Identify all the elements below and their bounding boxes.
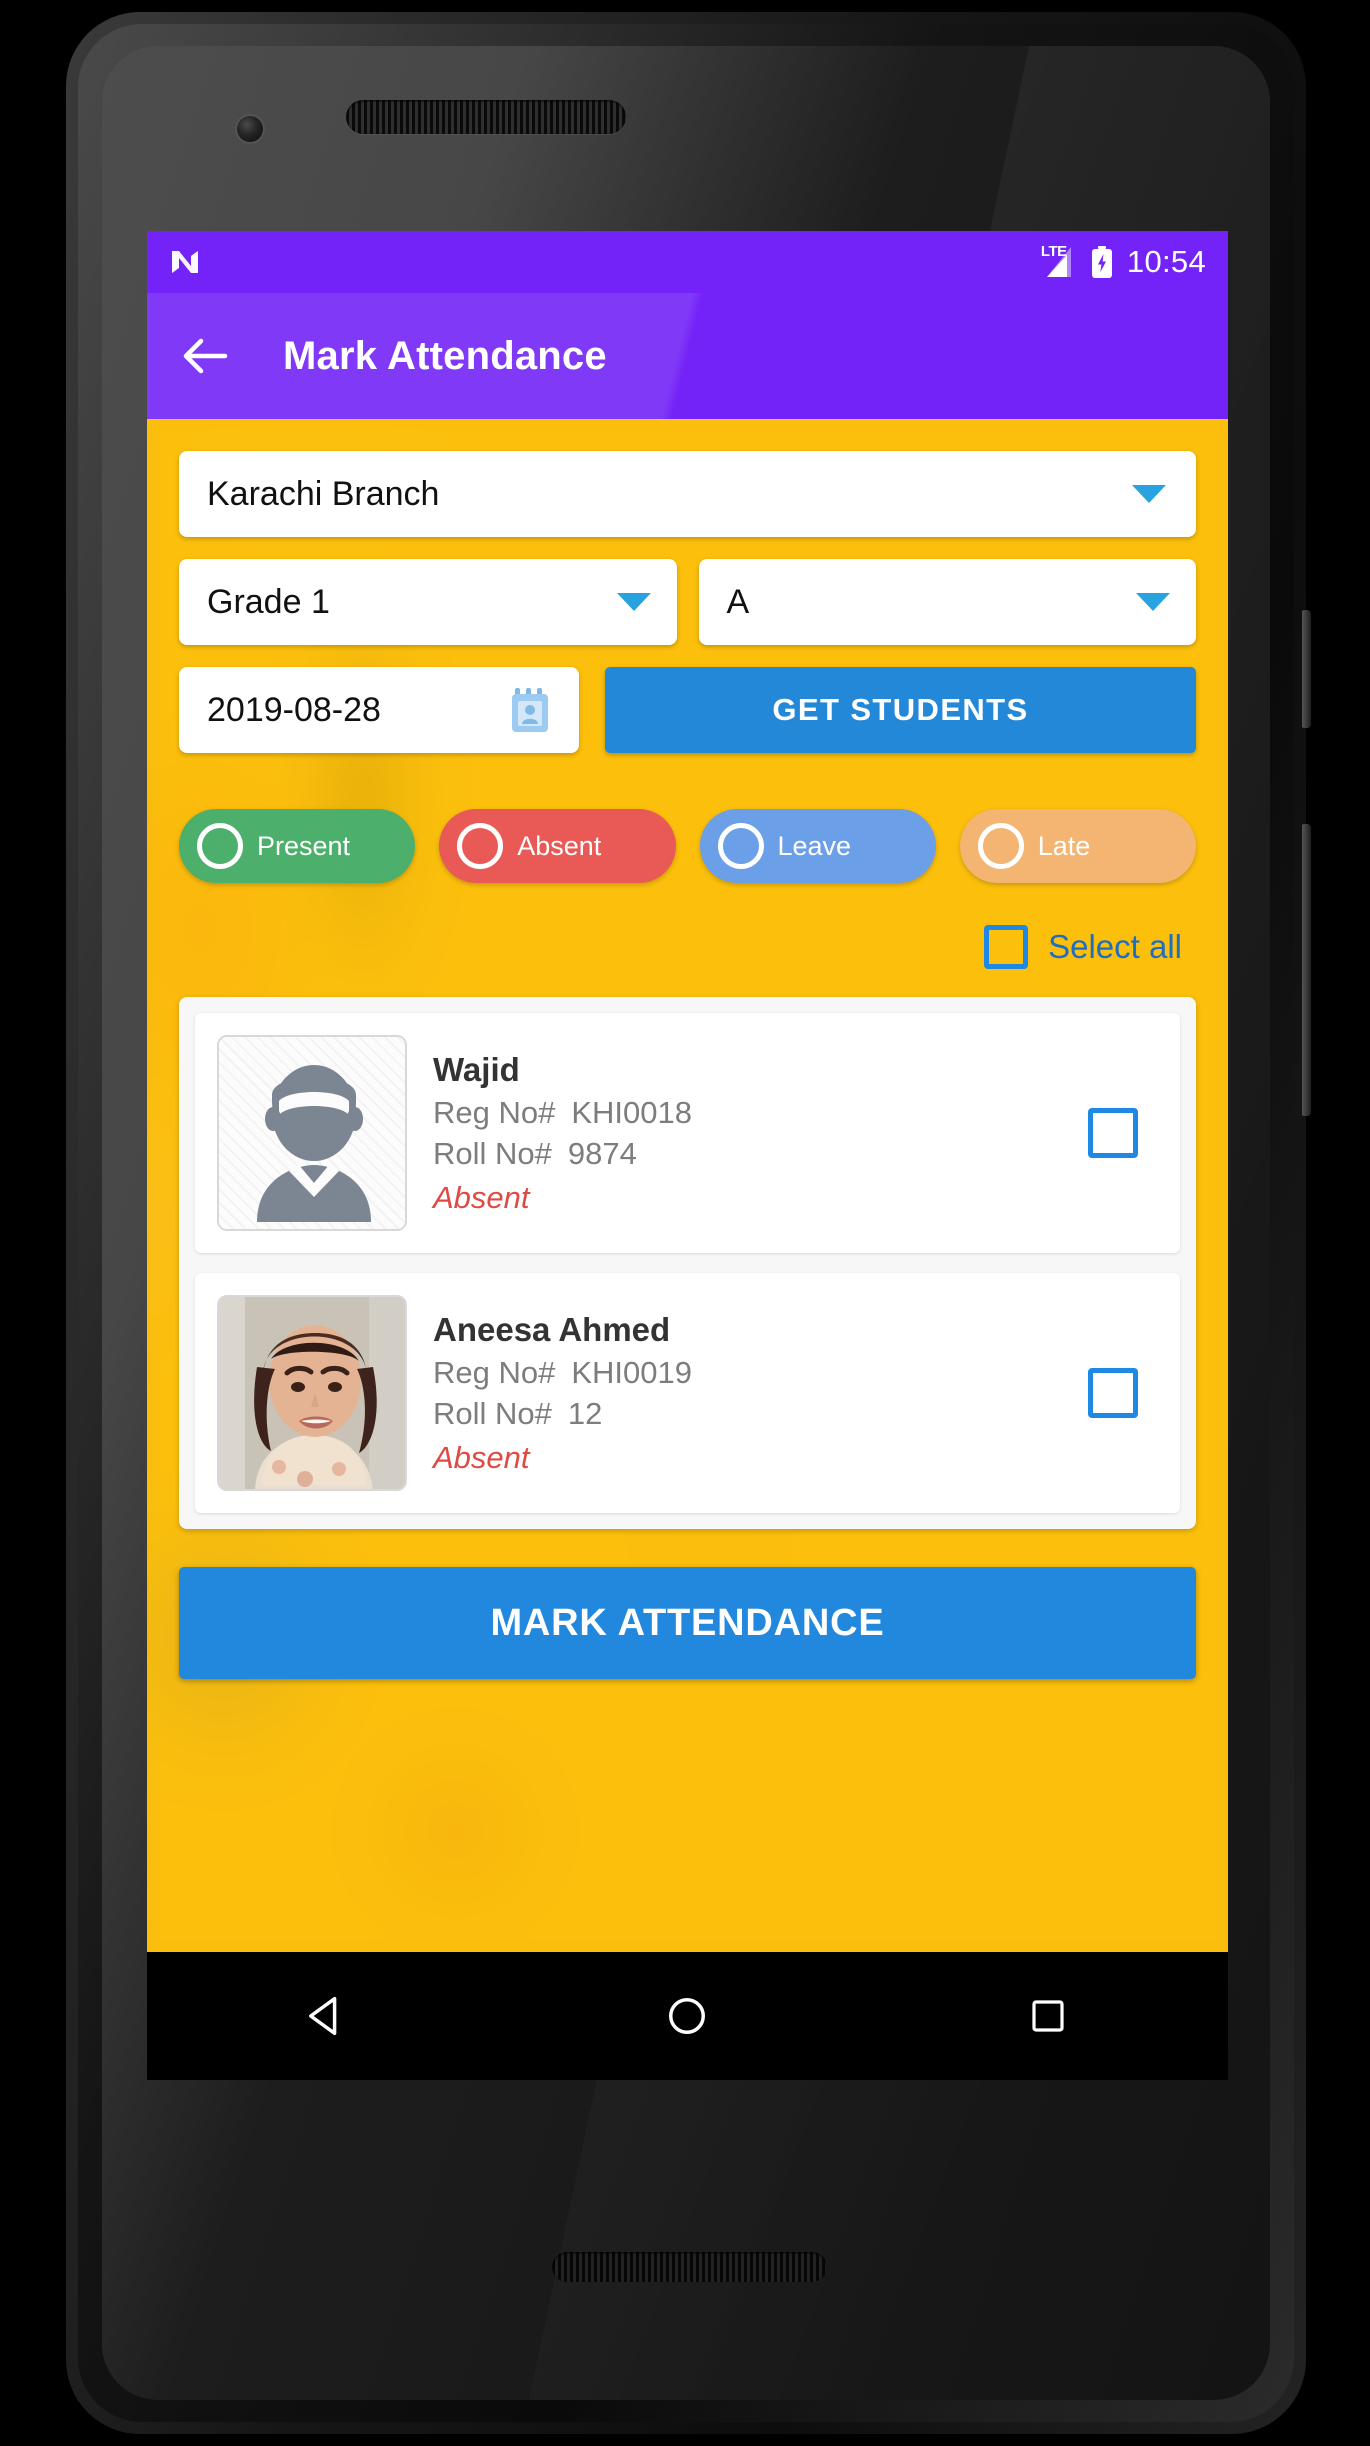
student-photo <box>219 1297 405 1489</box>
avatar <box>217 1035 407 1231</box>
select-all-checkbox[interactable] <box>984 925 1029 969</box>
class-dropdown[interactable]: A <box>698 559 1196 645</box>
android-n-logo-icon <box>167 244 203 280</box>
student-name: Wajid <box>433 1050 520 1088</box>
student-roll-no: Roll No# 12 <box>433 1396 1088 1432</box>
grade-dropdown-value: Grade 1 <box>207 582 330 621</box>
back-arrow-icon[interactable] <box>177 328 233 384</box>
nav-home-icon[interactable] <box>644 1973 730 2059</box>
select-all-label: Select all <box>1048 928 1182 965</box>
radio-icon <box>977 823 1024 869</box>
power-button[interactable] <box>1302 610 1311 728</box>
status-chip-leave[interactable]: Leave <box>699 809 936 883</box>
placeholder-avatar-icon <box>219 1037 405 1229</box>
nav-recents-icon[interactable] <box>1005 1973 1091 2059</box>
status-badge: Absent <box>433 1179 530 1215</box>
student-reg-no: Reg No# KHI0018 <box>433 1095 1088 1131</box>
volume-rocker-button[interactable] <box>1302 824 1311 1116</box>
roll-no-value: 12 <box>567 1395 603 1431</box>
page-title: Mark Attendance <box>283 333 607 378</box>
radio-icon <box>457 823 504 869</box>
avatar <box>217 1295 407 1491</box>
attendance-status-chips: Present Absent Leave Late <box>179 809 1196 883</box>
student-roll-no: Roll No# 9874 <box>433 1136 1088 1172</box>
roll-no-label: Roll No# <box>433 1135 552 1171</box>
date-input-value: 2019-08-28 <box>207 690 381 729</box>
student-info: Aneesa Ahmed Reg No# KHI0019 Roll No# 12 A… <box>407 1311 1088 1476</box>
status-badge: Absent <box>433 1439 530 1475</box>
status-chip-present[interactable]: Present <box>179 809 416 883</box>
status-chip-absent-label: Absent <box>517 830 602 861</box>
chevron-down-icon <box>1136 593 1170 611</box>
status-chip-present-label: Present <box>257 830 351 861</box>
mark-attendance-button[interactable]: MARK ATTENDANCE <box>179 1567 1196 1679</box>
date-row: 2019-08-28 GET STUDENTS <box>179 667 1196 753</box>
chevron-down-icon <box>1132 485 1166 503</box>
app-bar: Mark Attendance <box>147 293 1228 419</box>
status-chip-late[interactable]: Late <box>959 809 1196 883</box>
roll-no-value: 9874 <box>567 1135 637 1171</box>
status-bar-icons: LTE 10:54 <box>1041 243 1206 280</box>
radio-icon <box>717 823 764 869</box>
calendar-icon[interactable] <box>509 686 555 734</box>
reg-no-value: KHI0018 <box>571 1094 692 1130</box>
status-chip-leave-label: Leave <box>777 830 852 861</box>
student-reg-no: Reg No# KHI0019 <box>433 1355 1088 1391</box>
student-name: Aneesa Ahmed <box>433 1310 671 1348</box>
get-students-button[interactable]: GET STUDENTS <box>605 667 1196 753</box>
status-chip-late-label: Late <box>1037 830 1091 861</box>
earpiece-speaker <box>346 100 626 134</box>
lte-signal-icon: LTE <box>1041 243 1077 279</box>
grade-dropdown[interactable]: Grade 1 <box>179 559 677 645</box>
chevron-down-icon <box>616 593 651 611</box>
roll-no-label: Roll No# <box>433 1395 552 1431</box>
phone-screen: LTE 10:54 Mark Attendance Karachi Branch… <box>147 231 1228 2080</box>
reg-no-value: KHI0019 <box>571 1354 692 1390</box>
status-chip-absent[interactable]: Absent <box>439 809 676 883</box>
date-input[interactable]: 2019-08-28 <box>179 667 579 753</box>
select-all-row[interactable]: Select all <box>179 925 1196 969</box>
branch-dropdown-value: Karachi Branch <box>207 474 440 513</box>
bottom-speaker <box>552 2252 827 2282</box>
battery-charging-icon <box>1091 246 1113 278</box>
class-dropdown-value: A <box>726 582 750 621</box>
status-bar-clock: 10:54 <box>1126 244 1206 279</box>
radio-icon <box>197 823 243 869</box>
android-nav-bar <box>147 1952 1228 2080</box>
student-info: Wajid Reg No# KHI0018 Roll No# 9874 Absent <box>407 1051 1088 1216</box>
reg-no-label: Reg No# <box>433 1354 556 1390</box>
status-bar: LTE 10:54 <box>147 231 1228 293</box>
branch-dropdown[interactable]: Karachi Branch <box>179 451 1196 537</box>
table-row[interactable]: Wajid Reg No# KHI0018 Roll No# 9874 Absent <box>195 1013 1180 1253</box>
student-checkbox[interactable] <box>1088 1108 1138 1158</box>
student-list: Wajid Reg No# KHI0018 Roll No# 9874 Absent <box>179 997 1196 1529</box>
student-checkbox[interactable] <box>1088 1368 1138 1418</box>
app-body: Karachi Branch Grade 1 A 2019-08-28 GET … <box>147 419 1228 1952</box>
nav-back-icon[interactable] <box>284 1973 370 2059</box>
reg-no-label: Reg No# <box>433 1094 556 1130</box>
grade-class-row: Grade 1 A <box>179 559 1196 645</box>
front-camera-icon <box>237 116 263 142</box>
table-row[interactable]: Aneesa Ahmed Reg No# KHI0019 Roll No# 12 A… <box>195 1273 1180 1513</box>
